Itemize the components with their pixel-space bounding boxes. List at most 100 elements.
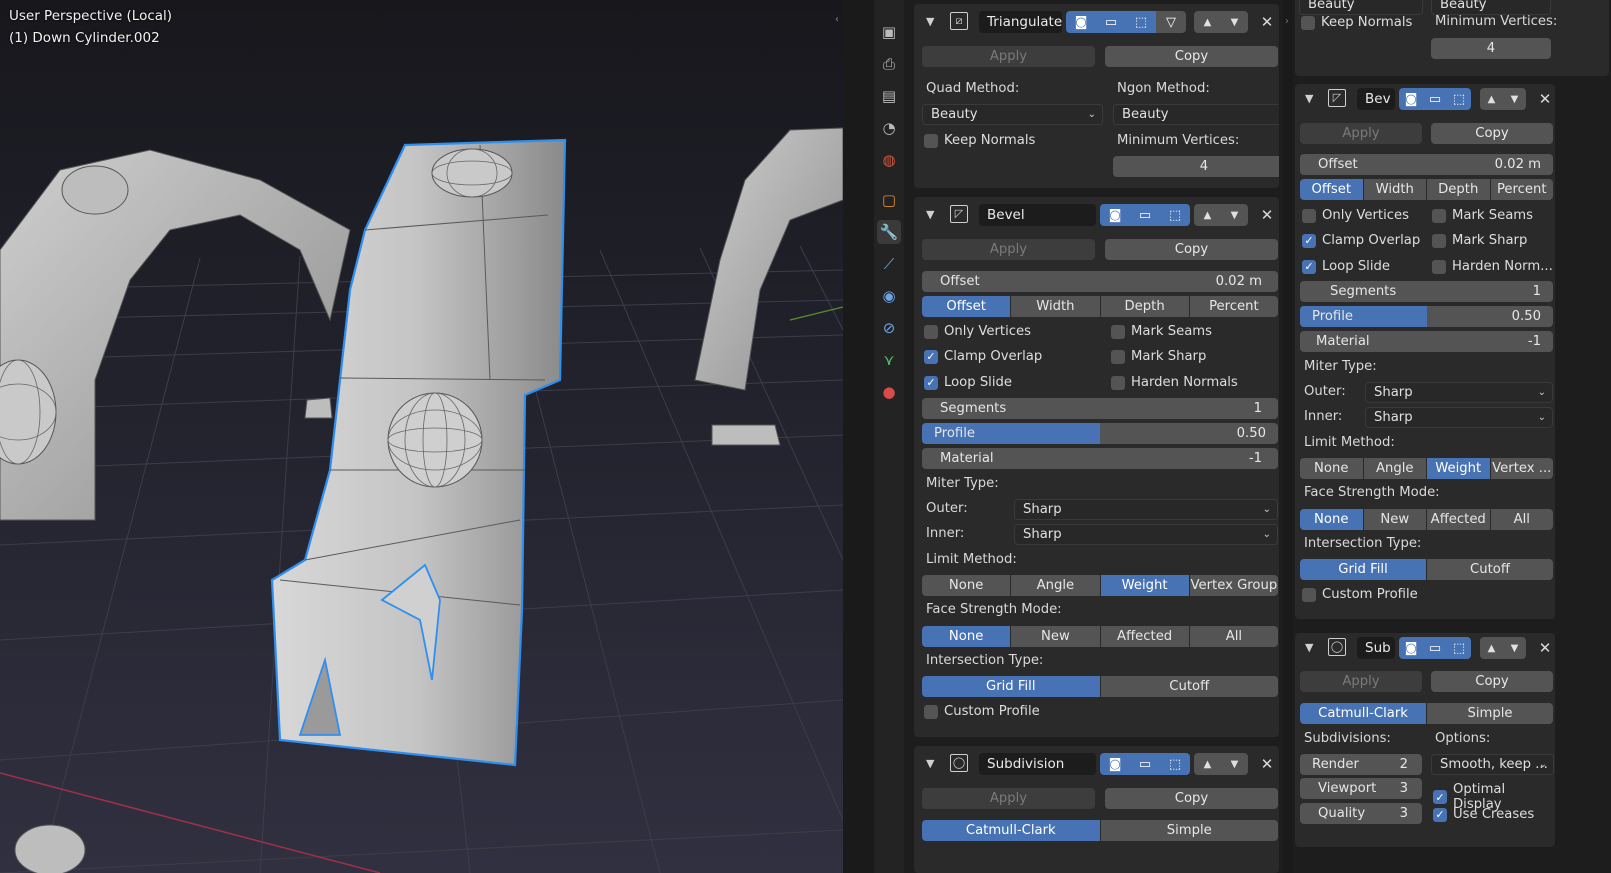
move-up-icon[interactable]: ▲ <box>1480 637 1503 659</box>
monitor-icon[interactable]: ▭ <box>1130 204 1160 226</box>
width-type-offset[interactable]: Offset <box>1300 179 1364 200</box>
outer-miter-dropdown[interactable]: Sharp ⌄ <box>1014 499 1278 520</box>
inner-miter-dropdown[interactable]: Sharp ⌄ <box>1365 407 1553 428</box>
loop-slide-checkbox[interactable]: ✓ Loop Slide <box>1302 259 1390 274</box>
copy-button[interactable]: Copy <box>1431 123 1553 144</box>
quad-method-dropdown[interactable]: Beauty ⌄ <box>922 104 1103 125</box>
collapse-arrow-icon[interactable]: ‹ <box>835 14 839 25</box>
render-icon[interactable]: ▣ <box>877 20 901 44</box>
clamp-overlap-checkbox[interactable]: ✓ Clamp Overlap <box>924 349 1042 364</box>
camera-icon[interactable]: ◙ <box>1100 753 1130 775</box>
face-strength-new[interactable]: New <box>1363 509 1427 530</box>
keep-normals-checkbox[interactable]: Keep Normals <box>1301 15 1412 30</box>
min-vertices-field[interactable]: 4 <box>1431 38 1551 59</box>
subdivision-catmull-clark[interactable]: Catmull-Clark <box>922 820 1101 841</box>
width-type-percent[interactable]: Percent <box>1189 296 1278 317</box>
move-down-icon[interactable]: ▼ <box>1503 637 1526 659</box>
editmode-icon[interactable]: ⬚ <box>1160 753 1190 775</box>
face-strength-new[interactable]: New <box>1011 626 1101 647</box>
width-type-offset[interactable]: Offset <box>922 296 1012 317</box>
view-layer-icon[interactable]: ▤ <box>877 84 901 108</box>
face-strength-all[interactable]: All <box>1490 509 1553 530</box>
min-vertices-field[interactable]: 4 <box>1113 156 1279 177</box>
width-type-width[interactable]: Width <box>1363 179 1427 200</box>
data-icon[interactable]: ⋎ <box>877 348 901 372</box>
limit-none[interactable]: None <box>922 575 1012 596</box>
quality-field[interactable]: Quality 3 <box>1300 803 1422 824</box>
offset-field[interactable]: Offset 0.02 m <box>922 271 1278 292</box>
on-cage-icon[interactable]: ▽ <box>1156 11 1186 33</box>
apply-button[interactable]: Apply <box>922 239 1095 260</box>
mark-sharp-checkbox[interactable]: Mark Sharp <box>1432 233 1527 248</box>
limit-weight[interactable]: Weight <box>1427 458 1491 479</box>
offset-field[interactable]: Offset 0.02 m <box>1300 154 1553 175</box>
limit-vertex-group[interactable]: Vertex ... <box>1490 458 1553 479</box>
face-strength-all[interactable]: All <box>1189 626 1278 647</box>
custom-profile-checkbox[interactable]: Custom Profile <box>1302 587 1418 602</box>
apply-button[interactable]: Apply <box>1300 671 1422 692</box>
custom-profile-checkbox[interactable]: Custom Profile <box>924 704 1040 719</box>
clamp-overlap-checkbox[interactable]: ✓ Clamp Overlap <box>1302 233 1420 248</box>
subdivision-simple[interactable]: Simple <box>1100 820 1278 841</box>
close-icon[interactable]: ✕ <box>1257 753 1277 775</box>
modifier-name-field[interactable]: Bev <box>1357 88 1395 110</box>
only-vertices-checkbox[interactable]: Only Vertices <box>924 324 1031 339</box>
limit-angle[interactable]: Angle <box>1363 458 1427 479</box>
move-down-icon[interactable]: ▼ <box>1503 88 1526 110</box>
world-icon[interactable]: ◍ <box>877 148 901 172</box>
modifier-name-field[interactable]: Sub <box>1357 637 1395 659</box>
editmode-icon[interactable]: ⬚ <box>1447 637 1471 659</box>
profile-slider[interactable]: Profile 0.50 <box>922 423 1278 444</box>
modifier-name-field[interactable]: Triangulate <box>979 11 1062 33</box>
physics-icon[interactable]: ◉ <box>877 284 901 308</box>
face-strength-affected[interactable]: Affected <box>1100 626 1190 647</box>
face-strength-none[interactable]: None <box>922 626 1012 647</box>
particles-icon[interactable]: ⟋ <box>877 252 901 276</box>
monitor-icon[interactable]: ▭ <box>1423 637 1447 659</box>
segments-field[interactable]: Segments 1 <box>1300 281 1553 302</box>
output-icon[interactable]: ⎙ <box>877 52 901 76</box>
keep-normals-checkbox[interactable]: Keep Normals <box>924 133 1035 148</box>
move-up-icon[interactable]: ▲ <box>1194 204 1221 226</box>
close-icon[interactable]: ✕ <box>1257 204 1277 226</box>
editmode-icon[interactable]: ⬚ <box>1126 11 1156 33</box>
mark-seams-checkbox[interactable]: Mark Seams <box>1432 208 1533 223</box>
intersection-grid-fill[interactable]: Grid Fill <box>1300 559 1427 580</box>
editmode-icon[interactable]: ⬚ <box>1447 88 1471 110</box>
monitor-icon[interactable]: ▭ <box>1130 753 1160 775</box>
apply-button[interactable]: Apply <box>922 788 1095 809</box>
intersection-cutoff[interactable]: Cutoff <box>1427 559 1553 580</box>
outer-miter-dropdown[interactable]: Sharp ⌄ <box>1365 382 1553 403</box>
width-type-depth[interactable]: Depth <box>1100 296 1190 317</box>
object-icon[interactable]: ▢ <box>877 188 901 212</box>
scene-icon[interactable]: ◔ <box>877 116 901 140</box>
profile-slider[interactable]: Profile 0.50 <box>1300 306 1553 327</box>
move-up-icon[interactable]: ▲ <box>1194 11 1221 33</box>
modifier-icon[interactable]: 🔧 <box>877 220 901 244</box>
camera-icon[interactable]: ◙ <box>1399 637 1423 659</box>
constraints-icon[interactable]: ⊘ <box>877 316 901 340</box>
monitor-icon[interactable]: ▭ <box>1423 88 1447 110</box>
limit-angle[interactable]: Angle <box>1011 575 1101 596</box>
move-up-icon[interactable]: ▲ <box>1194 753 1221 775</box>
face-strength-none[interactable]: None <box>1300 509 1364 530</box>
subdivision-catmull-clark[interactable]: Catmull-Clark <box>1300 703 1427 724</box>
modifier-name-field[interactable]: Subdivision <box>979 753 1096 775</box>
camera-icon[interactable]: ◙ <box>1399 88 1423 110</box>
move-down-icon[interactable]: ▼ <box>1221 11 1248 33</box>
viewport-levels-field[interactable]: Viewport 3 <box>1300 778 1422 799</box>
camera-icon[interactable]: ◙ <box>1066 11 1096 33</box>
render-levels-field[interactable]: Render 2 <box>1300 754 1422 775</box>
copy-button[interactable]: Copy <box>1105 239 1278 260</box>
copy-button[interactable]: Copy <box>1431 671 1553 692</box>
apply-button[interactable]: Apply <box>1300 123 1422 144</box>
material-field[interactable]: Material -1 <box>1300 331 1553 352</box>
3d-viewport[interactable]: User Perspective (Local) (1) Down Cylind… <box>0 0 843 873</box>
collapse-arrow-icon[interactable]: ▼ <box>1305 92 1313 105</box>
width-type-depth[interactable]: Depth <box>1427 179 1491 200</box>
harden-normals-checkbox[interactable]: Harden Normals <box>1111 375 1238 390</box>
area-divider[interactable]: › <box>1283 0 1293 873</box>
close-icon[interactable]: ✕ <box>1257 11 1277 33</box>
collapse-arrow-icon[interactable]: ▼ <box>926 757 934 770</box>
limit-vertex-group[interactable]: Vertex Group <box>1189 575 1278 596</box>
